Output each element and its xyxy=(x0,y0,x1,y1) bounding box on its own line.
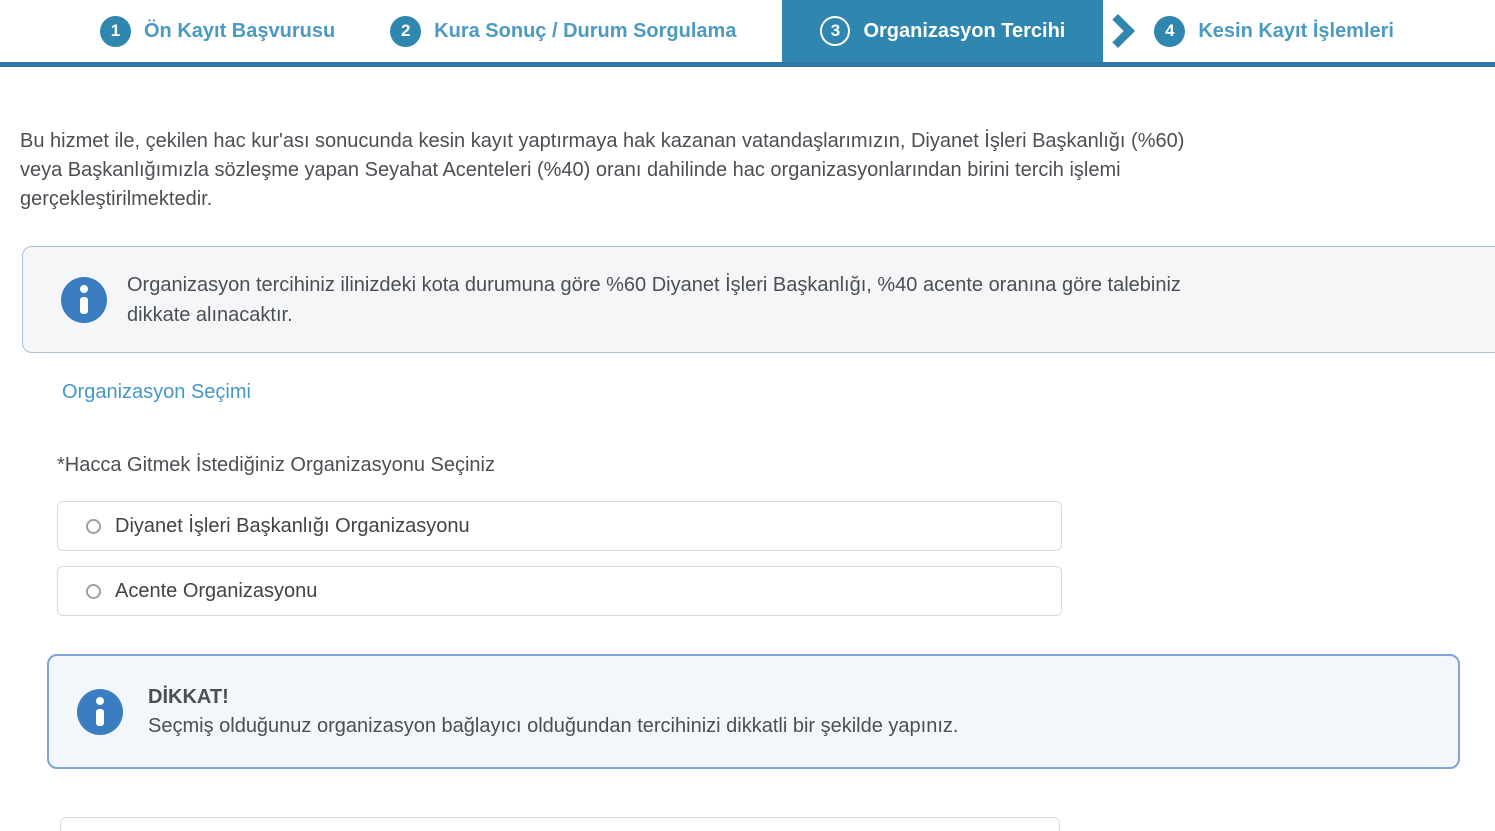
step-number-badge: 1 xyxy=(100,16,131,47)
warning-title: DİKKAT! xyxy=(148,686,958,709)
quota-info-text: Organizasyon tercihiniz ilinizdeki kota … xyxy=(127,270,1181,330)
quota-info-line: dikkate alınacaktır. xyxy=(127,300,1181,330)
step-on-kayit-basvurusu[interactable]: 1 Ön Kayıt Başvurusu xyxy=(100,16,335,47)
active-tab-arrow-icon xyxy=(1101,14,1135,48)
step-label: Organizasyon Tercihi xyxy=(863,20,1065,43)
tabbar-underline xyxy=(0,62,1495,67)
step-kura-sonuc-durum-sorgulama[interactable]: 2 Kura Sonuç / Durum Sorgulama xyxy=(390,16,736,47)
intro-line: gerçekleştirilmektedir. xyxy=(20,185,1475,214)
warning-content: DİKKAT! Seçmiş olduğunuz organizasyon ba… xyxy=(148,686,958,738)
radio-button-icon[interactable] xyxy=(86,584,101,599)
quota-info-box: Organizasyon tercihiniz ilinizdeki kota … xyxy=(22,246,1495,353)
option-acente-organizasyonu[interactable]: Acente Organizasyonu xyxy=(57,566,1062,616)
step-kesin-kayit-islemleri[interactable]: 4 Kesin Kayıt İşlemleri xyxy=(1154,16,1394,47)
step-organizasyon-tercihi-active[interactable]: 3 Organizasyon Tercihi xyxy=(782,0,1103,62)
info-icon xyxy=(77,689,123,735)
option-label: Diyanet İşleri Başkanlığı Organizasyonu xyxy=(115,515,470,538)
option-label: Acente Organizasyonu xyxy=(115,580,317,603)
info-icon xyxy=(61,277,107,323)
step-wizard: 1 Ön Kayıt Başvurusu 2 Kura Sonuç / Duru… xyxy=(0,0,1495,62)
step-number-badge: 3 xyxy=(820,16,850,46)
step-number-badge: 4 xyxy=(1154,16,1185,47)
radio-button-icon[interactable] xyxy=(86,519,101,534)
intro-paragraph: Bu hizmet ile, çekilen hac kur'ası sonuc… xyxy=(20,127,1475,214)
step-number-badge: 2 xyxy=(390,16,421,47)
warning-text: Seçmiş olduğunuz organizasyon bağlayıcı … xyxy=(148,715,958,738)
organization-question-label: *Hacca Gitmek İstediğiniz Organizasyonu … xyxy=(57,454,1495,477)
partial-bottom-panel xyxy=(60,817,1060,831)
intro-line: veya Başkanlığımızla sözleşme yapan Seya… xyxy=(20,156,1475,185)
step-label: Ön Kayıt Başvurusu xyxy=(144,20,335,43)
intro-line: Bu hizmet ile, çekilen hac kur'ası sonuc… xyxy=(20,127,1475,156)
quota-info-line: Organizasyon tercihiniz ilinizdeki kota … xyxy=(127,270,1181,300)
step-label: Kura Sonuç / Durum Sorgulama xyxy=(434,20,736,43)
warning-box: DİKKAT! Seçmiş olduğunuz organizasyon ba… xyxy=(47,654,1460,769)
section-title-organizasyon-secimi: Organizasyon Seçimi xyxy=(62,381,1495,404)
option-diyanet-organizasyonu[interactable]: Diyanet İşleri Başkanlığı Organizasyonu xyxy=(57,501,1062,551)
step-label: Kesin Kayıt İşlemleri xyxy=(1198,20,1394,43)
